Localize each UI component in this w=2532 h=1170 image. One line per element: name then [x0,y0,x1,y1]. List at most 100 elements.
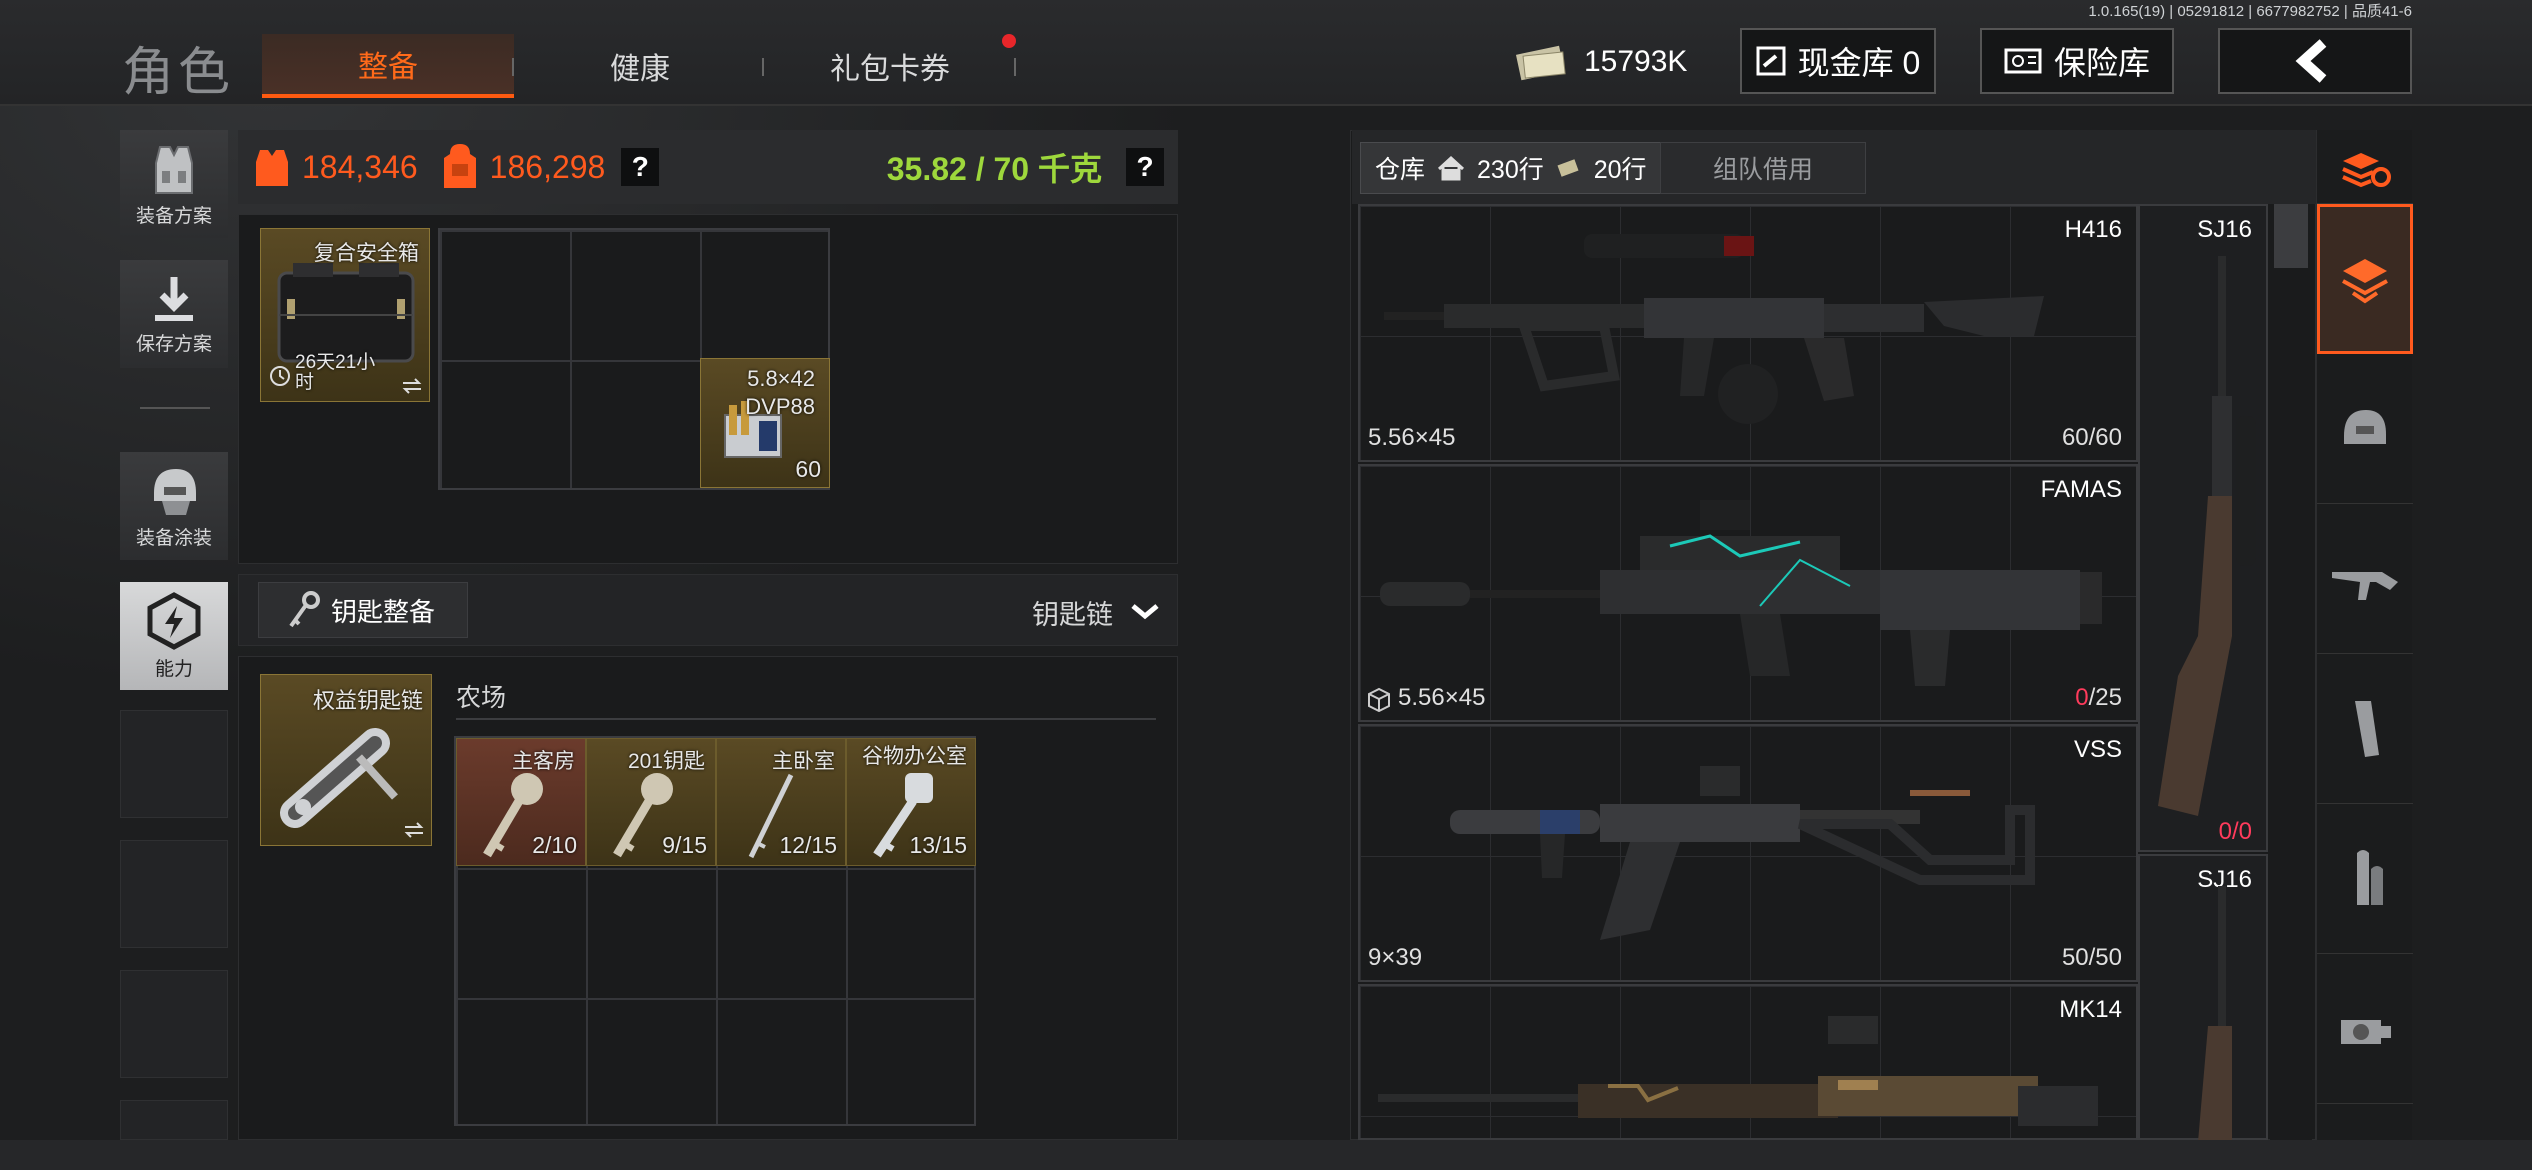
key-slot[interactable]: 谷物办公室 13/15 [846,738,976,866]
weapon-ammo: 0/0 [2219,818,2252,846]
sidebar-item-loadout-plan[interactable]: 装备方案 [120,130,228,238]
tab-label: 健康 [610,53,670,86]
weapon-slot-vss[interactable]: VSS 9×39 50/50 [1358,724,2138,982]
key-name: 主卧室 [772,750,835,773]
cash-icon [1515,45,1566,81]
rifle-icon [1380,500,2102,686]
cash-vault-label: 现金库 0 [1797,45,1921,81]
category-helmet[interactable] [2317,354,2413,504]
magazine-icon [2355,700,2379,757]
sidebar-item-skin[interactable]: 装备涂装 [120,452,228,560]
category-all[interactable] [2317,204,2413,354]
cash-vault-button[interactable]: 现金库 0 [1740,28,1936,94]
keychain-dropdown[interactable]: 钥匙链 [1032,592,1159,632]
weight-help-button[interactable]: ? [1126,148,1164,186]
stats-bar: 184,346 186,298 ? 35.82 / 70 千克 ? [238,130,1178,204]
key-loadout-button[interactable]: 钥匙整备 [258,582,468,638]
sidebar-item-label: 装备方案 [135,205,212,227]
weapon-ammo: 50/50 [2061,944,2122,971]
weapon-caliber: 5.56×45 [1368,424,1456,451]
safebox-item[interactable]: 复合安全箱 26天21小时 [260,228,430,402]
safebox-name: 复合安全箱 [314,242,419,265]
ammo-count: 60 [795,456,821,482]
ammo-current: 0 [2218,818,2232,845]
tab-loadout[interactable]: 整备 [262,34,514,98]
weapon-name: SJ16 [2197,216,2252,243]
category-column [2316,130,2413,1140]
sidebar-item-label: 能力 [154,658,193,680]
swap-icon [404,822,424,838]
weapon-name: H416 [2064,216,2122,243]
help-mark: ? [631,151,649,182]
category-rifle[interactable] [2317,504,2413,654]
currency-value: 15793K [1584,45,1688,78]
ammo-name: 5.8×42 DVP88 [745,366,815,419]
location-divider [456,718,1156,720]
vault-icon [1756,46,1786,76]
scrollbar-thumb[interactable] [2274,204,2308,268]
sidebar-item-save-plan[interactable]: 保存方案 [120,260,228,368]
rifle-icon [1378,1016,2098,1126]
sidebar-empty-slot [120,840,228,948]
key-name: 主客房 [512,750,575,773]
warehouse-tab[interactable]: 仓库 230行 20行 [1360,142,1666,194]
weapon-slot-sj16[interactable]: SJ16 0/0 [2138,204,2268,852]
helmet-icon [154,468,196,515]
ticket-icon [1557,159,1579,177]
ammo-current: 0 [2075,684,2089,711]
weapon-slot-mk14[interactable]: MK14 [1358,984,2138,1140]
sidebar-item-label: 保存方案 [135,333,212,355]
download-icon [155,276,193,321]
bullet-icon [2357,849,2383,905]
help-mark: ? [1136,151,1154,182]
notification-dot [1002,34,1016,48]
sniper-rifle-icon [2198,886,2232,1142]
insurance-button[interactable]: 保险库 [1980,28,2174,94]
home-icon [1438,155,1465,181]
ammo-item[interactable]: 5.8×42 DVP88 60 [700,358,830,488]
sidebar-item-ability[interactable]: 能力 [120,582,228,690]
chevron-down-icon [1131,604,1159,620]
warehouse-scrollbar[interactable] [2270,204,2312,1140]
currency-display: 15793K [1514,38,1696,86]
sidebar-empty-slot [120,1100,228,1140]
rows-home-count: 230行 [1477,156,1544,184]
key-slot[interactable]: 201钥匙 9/15 [586,738,716,866]
tab-health[interactable]: 健康 [520,34,760,98]
tab-gift-cards[interactable]: 礼包卡券 [770,34,1010,98]
weight-value: 35.82 / 70 千克 [886,151,1102,187]
weapon-ammo: 0/25 [2075,684,2122,712]
keychain-item[interactable]: 权益钥匙链 [260,674,432,846]
key-slot[interactable]: 主客房 2/10 [456,738,586,866]
warehouse-bar: 仓库 230行 20行 组队借用 [1352,130,2318,204]
weapon-slot-h416[interactable]: H416 5.56×45 60/60 [1358,204,2138,462]
category-ammo[interactable] [2317,804,2413,954]
weapon-slot-sj16-2[interactable]: SJ16 [2138,854,2268,1142]
rifle-icon [1384,234,2044,424]
weapon-slot-famas[interactable]: 5.56×45 FAMAS 0/25 [1358,464,2138,722]
weapon-name: VSS [2073,736,2122,763]
sort-button[interactable] [2317,130,2413,204]
back-button[interactable] [2218,28,2412,94]
vest-icon [155,145,193,194]
page-title: 角色 [122,44,235,102]
category-magazine[interactable] [2317,654,2413,804]
ammo-capacity: /25 [2088,684,2122,711]
team-borrow-label: 组队借用 [1712,156,1813,184]
category-attachment[interactable] [2317,954,2413,1104]
key-location-label: 农场 [456,684,507,712]
ammo-capacity: /0 [2231,818,2252,845]
tab-divider [762,58,764,76]
clock-icon [270,366,290,386]
key-icon [289,591,320,628]
key-name: 201钥匙 [627,750,705,773]
scope-icon [2341,1019,2391,1044]
weapon-caliber: 9×39 [1368,944,1423,971]
team-borrow-tab[interactable]: 组队借用 [1660,142,1866,194]
key-slot[interactable]: 主卧室 12/15 [716,738,846,866]
key-count: 12/15 [779,832,837,858]
key-loadout-label: 钥匙整备 [331,596,436,627]
backpack-value: 186,298 [489,148,606,185]
value-help-button[interactable]: ? [621,148,660,186]
tab-divider [1014,58,1016,76]
